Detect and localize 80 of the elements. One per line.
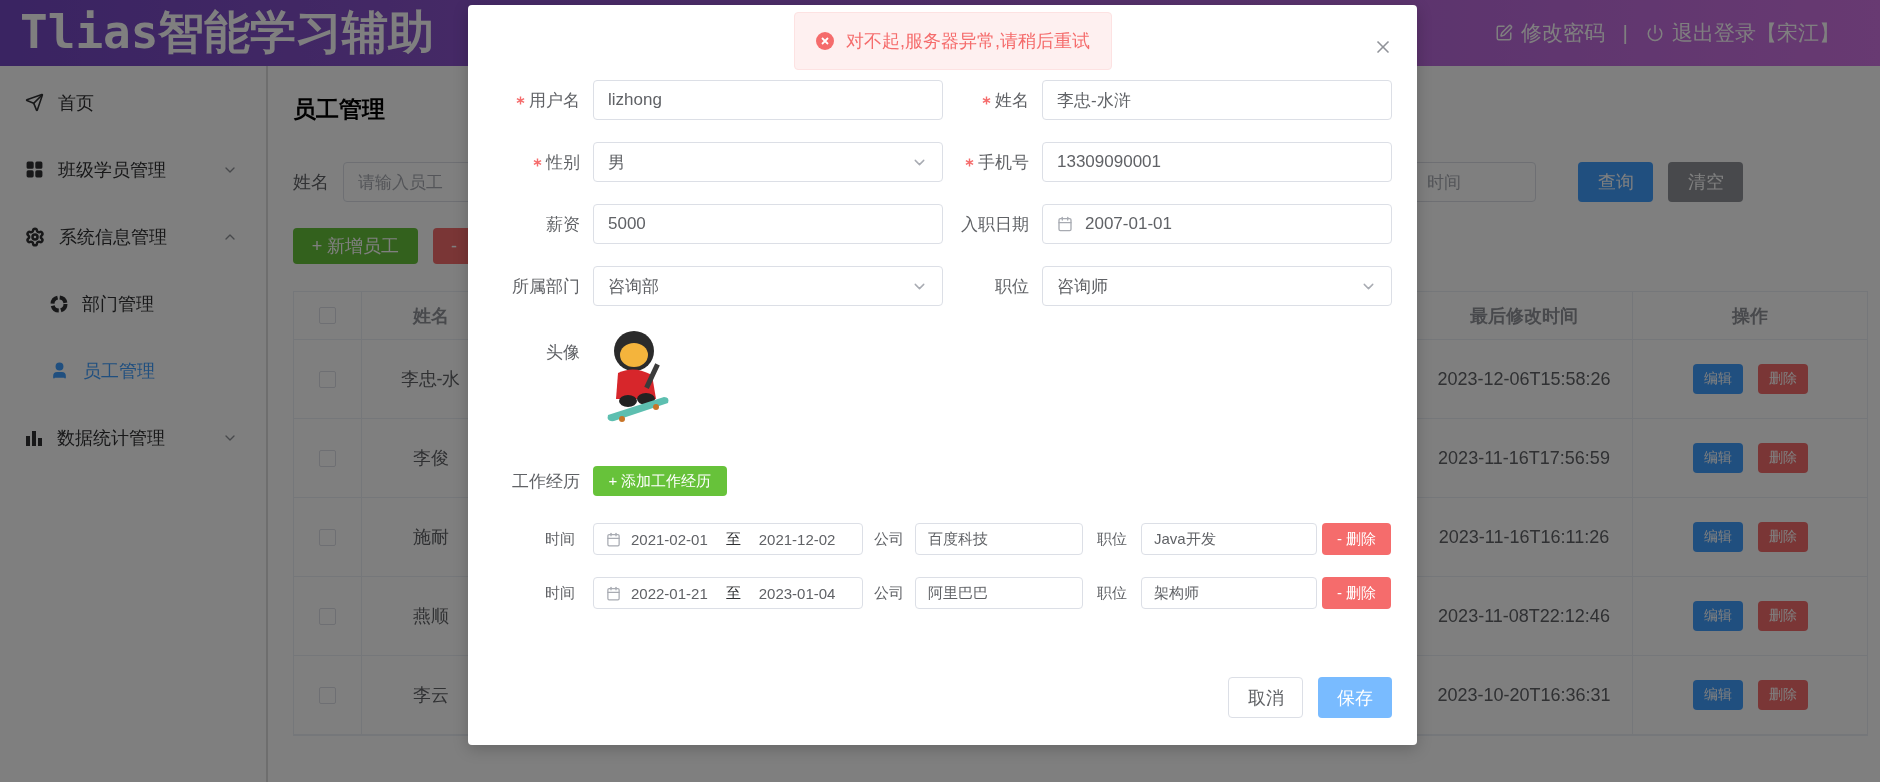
- field-label: 工作经历: [511, 470, 581, 493]
- table-cell: 2023-11-16T17:56:59: [1438, 447, 1610, 469]
- header-link[interactable]: 修改密码: [1494, 19, 1605, 47]
- sidebar-item[interactable]: 员工管理: [0, 337, 266, 404]
- delete-button[interactable]: 删除: [1757, 680, 1808, 710]
- table-cell-text: 李云: [412, 684, 449, 707]
- input-field[interactable]: 李忠-水浒: [1042, 80, 1392, 120]
- field-label: 时间: [544, 529, 576, 549]
- field-label: 职位: [1096, 583, 1128, 603]
- delete-button[interactable]: 删除: [1757, 364, 1808, 394]
- edit-icon: [1494, 24, 1513, 42]
- field-label: 时间: [544, 583, 576, 603]
- edit-button[interactable]: 编辑: [1692, 443, 1743, 473]
- field-label: 头像: [545, 342, 581, 364]
- send-icon: [25, 93, 44, 112]
- select-field[interactable]: 咨询师: [1042, 266, 1392, 306]
- error-message: 对不起,服务器异常,请稍后重试: [794, 12, 1112, 70]
- input-field[interactable]: lizhong: [593, 80, 943, 120]
- page-title: 员工管理: [293, 95, 385, 124]
- field-label: 用户名: [529, 89, 580, 112]
- table-cell: 2023-11-16T16:11:26: [1438, 526, 1610, 548]
- input-field[interactable]: 阿里巴巴: [915, 577, 1083, 609]
- sidebar-item[interactable]: 班级学员管理: [0, 136, 266, 203]
- app-title: Tlias智能学习辅助: [20, 4, 435, 61]
- field-label: 手机号: [978, 151, 1029, 174]
- separator: |: [1622, 21, 1628, 45]
- sidebar-item[interactable]: 部门管理: [0, 270, 266, 337]
- edit-button[interactable]: 编辑: [1692, 364, 1743, 394]
- date-range-field[interactable]: 2022-01-21 至 2023-01-04: [593, 577, 863, 609]
- table-cell: 2023-12-06T15:58:26: [1437, 368, 1611, 390]
- sidebar-item[interactable]: 首页: [0, 69, 266, 136]
- delete-button[interactable]: 删除: [1757, 522, 1808, 552]
- table-cell: 2023-10-20T16:36:31: [1437, 684, 1611, 706]
- input-field[interactable]: 5000: [593, 204, 943, 244]
- bar-chart-icon: [25, 428, 43, 447]
- delete-button[interactable]: - 删除: [1322, 523, 1391, 555]
- field-label: 公司: [873, 529, 905, 549]
- grid-icon: [25, 160, 44, 179]
- field-label: 职位: [1096, 529, 1128, 549]
- calendar-icon: [606, 531, 621, 547]
- field-label: 姓名: [293, 171, 329, 194]
- sidebar-item[interactable]: 数据统计管理: [0, 404, 266, 471]
- save-button[interactable]: 保存: [1318, 677, 1392, 718]
- table-cell-text: 李俊: [412, 447, 449, 470]
- calendar-icon: [1057, 216, 1073, 232]
- power-icon: [1646, 24, 1664, 42]
- date-field[interactable]: 2007-01-01: [1042, 204, 1392, 244]
- settings-icon: [25, 226, 45, 247]
- field-label: 职位: [995, 275, 1029, 298]
- delete-button[interactable]: - 删除: [1322, 577, 1391, 609]
- field-label: 姓名: [995, 89, 1029, 112]
- ring-icon: [50, 294, 68, 313]
- edit-button[interactable]: 编辑: [1692, 680, 1743, 710]
- table-cell-text: 燕顺: [412, 605, 449, 628]
- edit-button[interactable]: 编辑: [1692, 601, 1743, 631]
- select-field[interactable]: 男: [593, 142, 943, 182]
- input-field[interactable]: Java开发: [1141, 523, 1317, 555]
- header-link[interactable]: 退出登录【宋江】: [1646, 19, 1840, 47]
- input-field[interactable]: 架构师: [1141, 577, 1317, 609]
- field-label: 所属部门: [512, 275, 580, 298]
- user-icon: [50, 361, 69, 380]
- table-cell-text: 施耐: [412, 526, 449, 549]
- sidebar-item[interactable]: 系统信息管理: [0, 203, 266, 270]
- search-button[interactable]: 查询: [1578, 162, 1653, 202]
- table-cell: 2023-11-08T22:12:46: [1438, 605, 1610, 627]
- input-field[interactable]: 百度科技: [915, 523, 1083, 555]
- add-experience-button[interactable]: + 添加工作经历: [593, 466, 727, 496]
- field-label: 入职日期: [961, 213, 1029, 236]
- delete-button[interactable]: 删除: [1757, 601, 1808, 631]
- select-field[interactable]: 咨询部: [593, 266, 943, 306]
- input-field[interactable]: 13309090001: [1042, 142, 1392, 182]
- edit-button[interactable]: 编辑: [1692, 522, 1743, 552]
- toolbar-button[interactable]: + 新增员工: [293, 228, 418, 264]
- table-cell-text: 李忠-水: [400, 368, 461, 391]
- calendar-icon: [606, 585, 621, 601]
- field-label: 公司: [873, 583, 905, 603]
- field-label: 薪资: [546, 213, 580, 236]
- date-range-field[interactable]: 2021-02-01 至 2021-12-02: [593, 523, 863, 555]
- cancel-button[interactable]: 取消: [1228, 677, 1303, 718]
- delete-button[interactable]: 删除: [1757, 443, 1808, 473]
